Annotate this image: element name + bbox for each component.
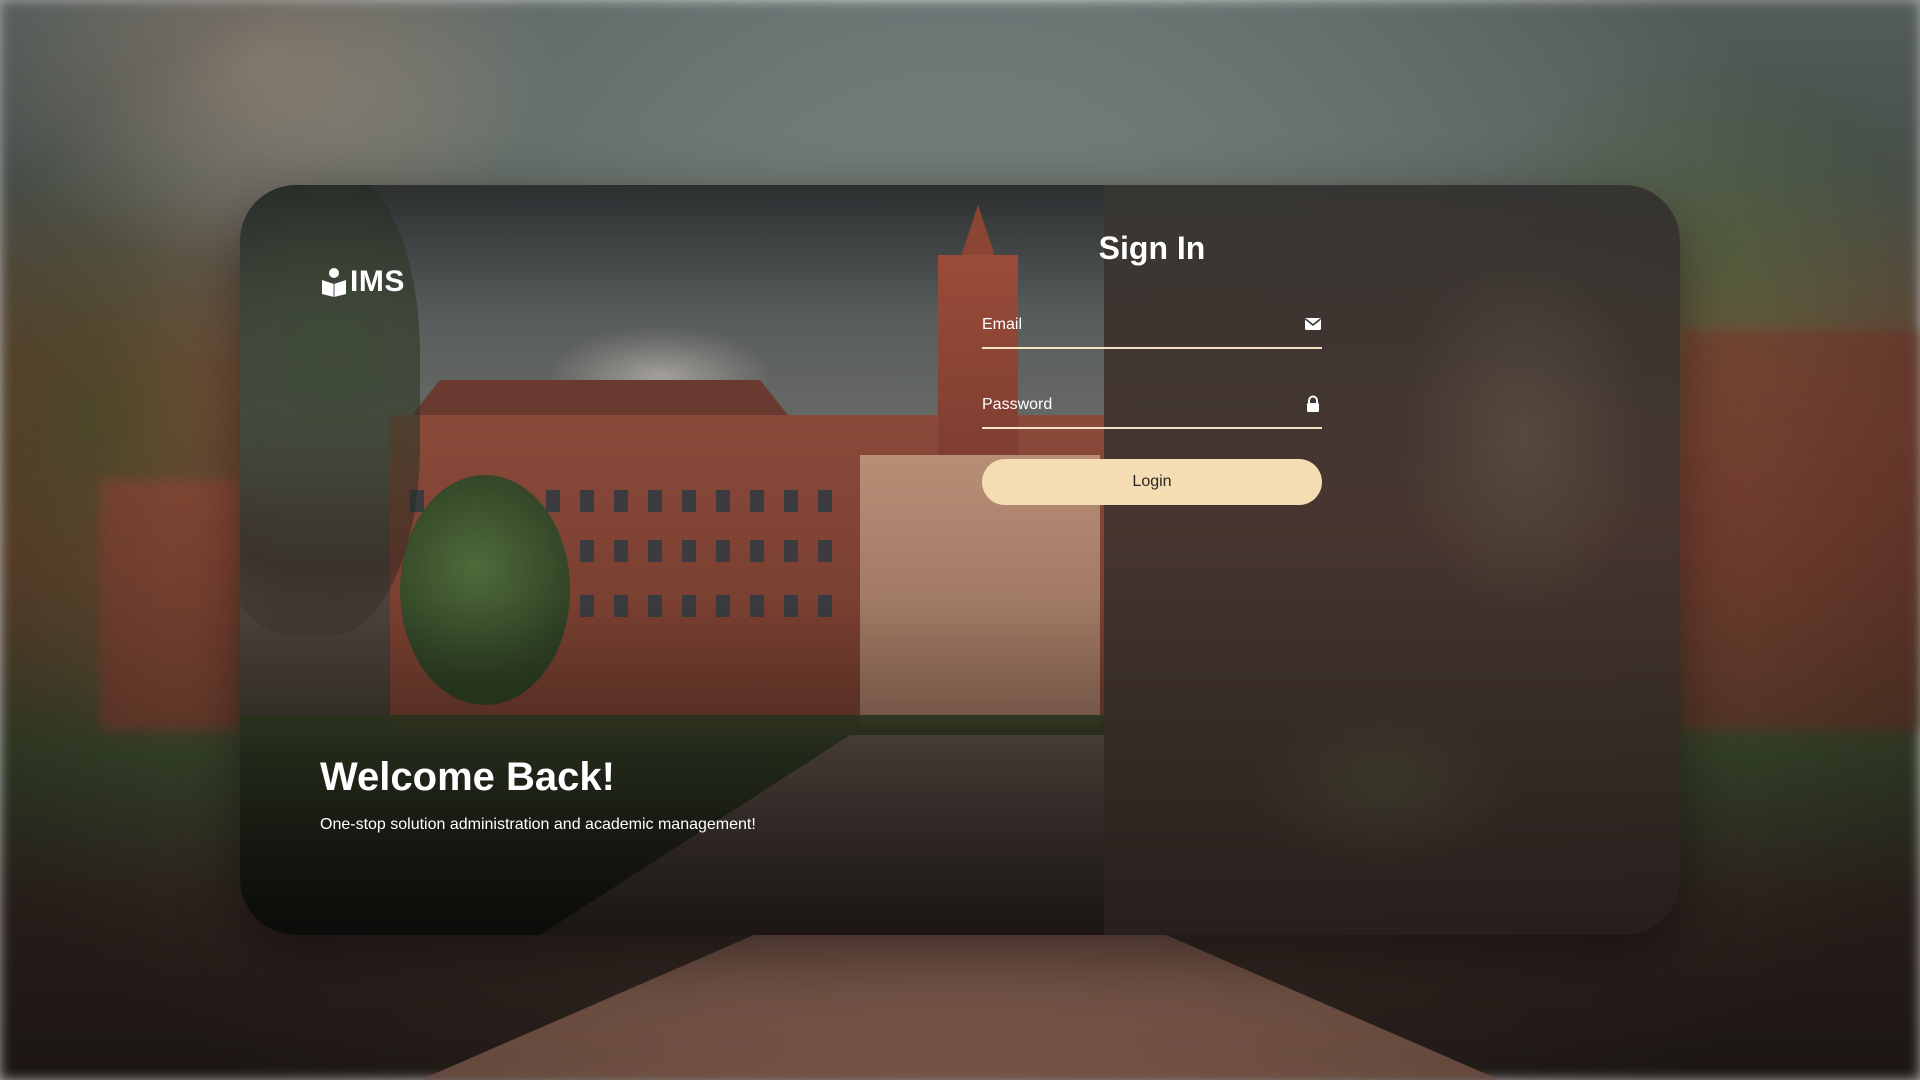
password-input[interactable]: [982, 391, 1282, 419]
brand-name: IMS: [350, 265, 405, 298]
hero-panel: IMS Welcome Back! One-stop solution admi…: [240, 185, 1104, 935]
email-input[interactable]: [982, 311, 1282, 339]
welcome-subtitle: One-stop solution administration and aca…: [320, 816, 756, 833]
email-field: [982, 303, 1322, 349]
brand-logo: IMS: [320, 265, 405, 299]
signin-panel: [1104, 185, 1680, 935]
login-button[interactable]: Login: [982, 459, 1322, 505]
book-reader-icon: [320, 267, 348, 297]
password-field: [982, 383, 1322, 429]
envelope-icon: [1304, 315, 1322, 333]
lock-icon: [1304, 395, 1322, 413]
signin-title: Sign In: [1098, 230, 1206, 266]
login-card: IMS Welcome Back! One-stop solution admi…: [240, 185, 1680, 935]
welcome-heading: Welcome Back!: [320, 755, 615, 799]
